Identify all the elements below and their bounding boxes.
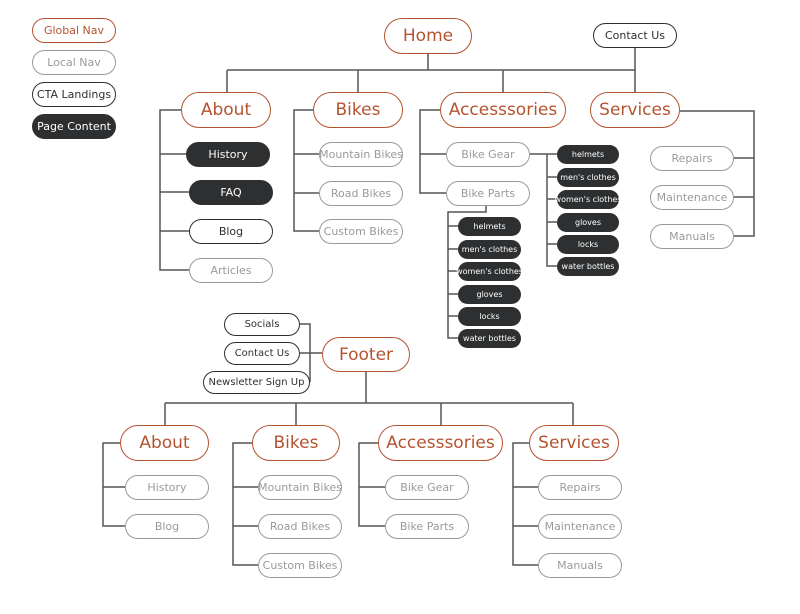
node-bike-parts[interactable]: Bike Parts — [446, 181, 530, 206]
node-newsletter-sign-up[interactable]: Newsletter Sign Up — [203, 371, 310, 394]
gear-item[interactable]: helmets — [557, 145, 619, 164]
footer-node-about[interactable]: About — [120, 425, 209, 461]
parts-item[interactable]: helmets — [458, 217, 521, 236]
node-custom-bikes[interactable]: Custom Bikes — [319, 219, 403, 244]
gear-item[interactable]: men's clothes — [557, 168, 619, 187]
node-mountain-bikes[interactable]: Mountain Bikes — [319, 142, 403, 167]
parts-item[interactable]: gloves — [458, 285, 521, 304]
node-manuals[interactable]: Manuals — [650, 224, 734, 249]
gear-item[interactable]: gloves — [557, 213, 619, 232]
node-articles[interactable]: Articles — [189, 258, 273, 283]
node-footer[interactable]: Footer — [322, 337, 410, 372]
footer-node-accessories[interactable]: Accesssories — [378, 425, 503, 461]
footer-node-maintenance[interactable]: Maintenance — [538, 514, 622, 539]
node-maintenance[interactable]: Maintenance — [650, 185, 734, 210]
node-blog[interactable]: Blog — [189, 219, 273, 244]
parts-item[interactable]: women's clothes — [456, 262, 523, 281]
footer-node-road-bikes[interactable]: Road Bikes — [258, 514, 342, 539]
footer-node-custom-bikes[interactable]: Custom Bikes — [258, 553, 342, 578]
footer-node-history[interactable]: History — [125, 475, 209, 500]
footer-node-repairs[interactable]: Repairs — [538, 475, 622, 500]
footer-node-bike-parts[interactable]: Bike Parts — [385, 514, 469, 539]
footer-node-manuals[interactable]: Manuals — [538, 553, 622, 578]
node-services[interactable]: Services — [590, 92, 680, 128]
node-socials[interactable]: Socials — [224, 313, 300, 336]
node-home[interactable]: Home — [384, 18, 472, 54]
gear-item[interactable]: locks — [557, 235, 619, 254]
footer-node-mountain-bikes[interactable]: Mountain Bikes — [258, 475, 342, 500]
footer-node-services[interactable]: Services — [529, 425, 619, 461]
footer-node-blog[interactable]: Blog — [125, 514, 209, 539]
node-bike-gear[interactable]: Bike Gear — [446, 142, 530, 167]
legend-global-nav: Global Nav — [32, 18, 116, 43]
node-accessories[interactable]: Accesssories — [440, 92, 566, 128]
parts-item[interactable]: locks — [458, 307, 521, 326]
legend-local-nav: Local Nav — [32, 50, 116, 75]
legend-cta-landings: CTA Landings — [32, 82, 116, 107]
node-bikes[interactable]: Bikes — [313, 92, 403, 128]
node-faq[interactable]: FAQ — [189, 180, 273, 205]
node-contact-us[interactable]: Contact Us — [593, 23, 677, 48]
gear-item[interactable]: women's clothes — [555, 190, 621, 209]
node-history[interactable]: History — [186, 142, 270, 167]
node-footer-contact-us[interactable]: Contact Us — [224, 342, 300, 365]
node-about[interactable]: About — [181, 92, 271, 128]
parts-item[interactable]: men's clothes — [458, 240, 521, 259]
node-repairs[interactable]: Repairs — [650, 146, 734, 171]
footer-node-bikes[interactable]: Bikes — [252, 425, 340, 461]
legend-page-content: Page Content — [32, 114, 116, 139]
footer-node-bike-gear[interactable]: Bike Gear — [385, 475, 469, 500]
gear-item[interactable]: water bottles — [557, 257, 619, 276]
parts-item[interactable]: water bottles — [458, 329, 521, 348]
node-road-bikes[interactable]: Road Bikes — [319, 181, 403, 206]
